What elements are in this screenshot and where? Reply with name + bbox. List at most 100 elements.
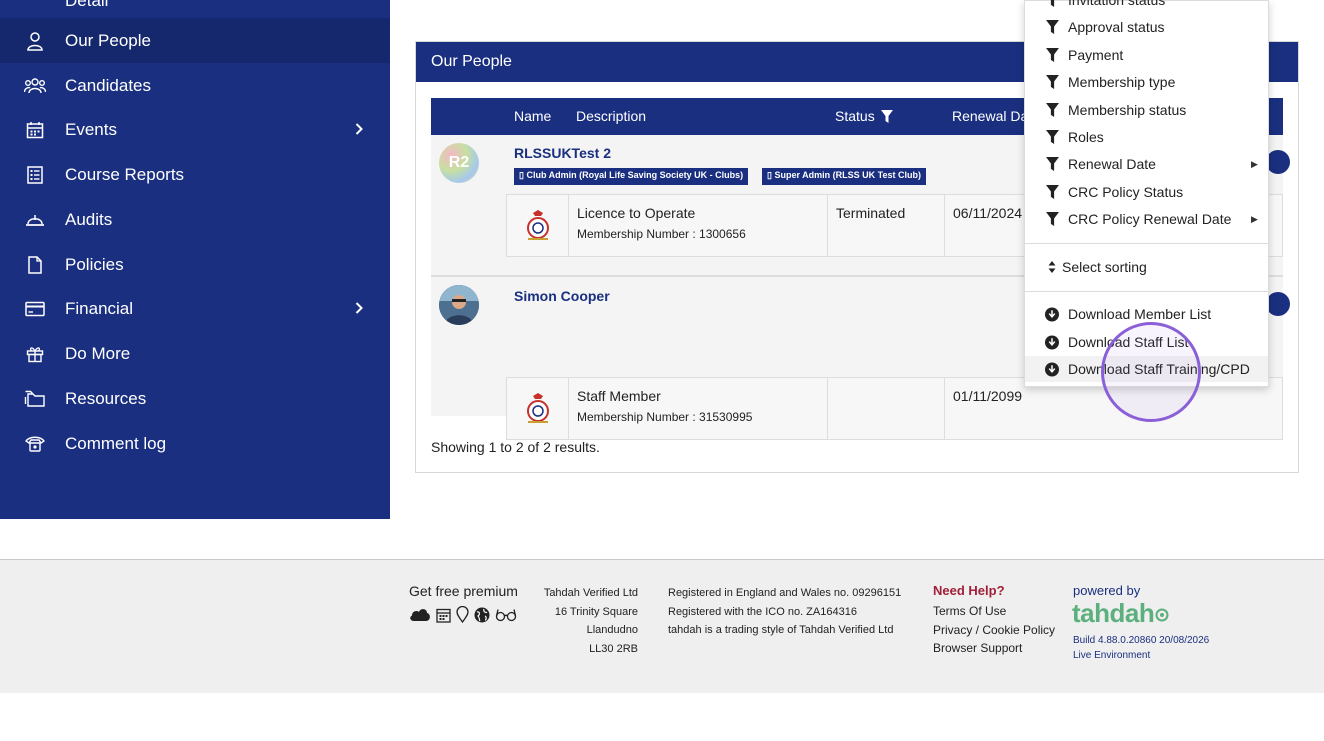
sidebar-item-label: Comment log	[65, 433, 167, 453]
filter-label: Invitation status	[1068, 0, 1166, 8]
sidebar: Detail Our People Candidates Events Cour…	[0, 0, 390, 519]
membership-number: Membership Number : 31530995	[577, 410, 753, 424]
row-action-button[interactable]	[1266, 292, 1290, 316]
registration-line: Registered with the ICO no. ZA164316	[668, 605, 857, 618]
globe-icon	[474, 607, 490, 622]
logo-text: tahdah	[1072, 598, 1155, 628]
sidebar-item-label: Resources	[65, 388, 147, 408]
column-header-renewal[interactable]: Renewal Da	[952, 108, 1028, 124]
filter-label: Renewal Date	[1068, 156, 1156, 172]
chevron-right-icon	[355, 120, 363, 140]
sidebar-item-audits[interactable]: Audits	[0, 197, 390, 242]
role-badge-label: Super Admin (RLSS UK Test Club)	[774, 170, 921, 180]
help-links: Terms Of Use Privacy / Cookie Policy Bro…	[933, 602, 1055, 658]
person-name-link[interactable]: Simon Cooper	[514, 288, 610, 304]
filter-label: CRC Policy Status	[1068, 184, 1184, 200]
chevron-right-icon	[355, 299, 363, 319]
sidebar-item-policies[interactable]: Policies	[0, 242, 390, 287]
filter-icon[interactable]	[880, 110, 893, 123]
filter-approval-status[interactable]: Approval status	[1025, 14, 1268, 40]
avatar	[439, 285, 479, 325]
address-line: 16 Trinity Square	[554, 605, 638, 618]
registration-info: Registered in England and Wales no. 0929…	[668, 584, 901, 640]
person-name-link[interactable]: RLSSUKTest 2	[514, 145, 611, 161]
glasses-icon	[495, 608, 517, 621]
cloud-icon	[410, 609, 430, 621]
get-premium-label: Get free premium	[409, 583, 518, 599]
sidebar-item-events[interactable]: Events	[0, 107, 390, 152]
membership-status: Terminated	[828, 195, 945, 256]
sidebar-item-resources[interactable]: Resources	[0, 376, 390, 421]
terms-of-use-link[interactable]: Terms Of Use	[933, 602, 1055, 621]
filter-icon	[1045, 19, 1059, 35]
filter-label: Roles	[1068, 129, 1104, 145]
filter-menu: Invitation status Approval status Paymen…	[1024, 0, 1269, 387]
filter-label: Membership type	[1068, 74, 1176, 90]
calendar-icon	[436, 608, 451, 623]
browser-support-link[interactable]: Browser Support	[933, 639, 1055, 658]
sidebar-item-course-reports[interactable]: Course Reports	[0, 152, 390, 197]
role-badge: ▯ Super Admin (RLSS UK Test Club)	[762, 168, 926, 185]
filter-crc-policy-status[interactable]: CRC Policy Status	[1025, 179, 1268, 205]
avatar: R2	[439, 143, 479, 183]
report-icon	[24, 164, 46, 186]
sidebar-item-label: Policies	[65, 254, 124, 274]
address-line: LL30 2RB	[589, 642, 638, 655]
sidebar-item-candidates[interactable]: Candidates	[0, 63, 390, 108]
filter-membership-status[interactable]: Membership status	[1025, 97, 1268, 123]
filter-renewal-date[interactable]: Renewal Date ▶	[1025, 151, 1268, 177]
membership-number: Membership Number : 1300656	[577, 227, 746, 241]
folders-icon	[24, 388, 46, 410]
caret-right-icon: ▶	[1251, 158, 1258, 169]
calendar-icon	[24, 119, 46, 141]
column-header-status[interactable]: Status	[835, 108, 893, 124]
download-staff-training-cpd[interactable]: Download Staff Training/CPD	[1025, 356, 1268, 382]
sidebar-item-financial[interactable]: Financial	[0, 286, 390, 331]
privacy-policy-link[interactable]: Privacy / Cookie Policy	[933, 621, 1055, 640]
filter-invitation-status[interactable]: Invitation status	[1025, 0, 1268, 13]
menu-divider	[1025, 243, 1268, 244]
gift-icon	[24, 343, 46, 365]
filter-roles[interactable]: Roles	[1025, 124, 1268, 150]
sidebar-item-label: Candidates	[65, 75, 152, 95]
registration-line: Registered in England and Wales no. 0929…	[668, 587, 902, 599]
membership-status	[828, 378, 945, 439]
sort-icon	[1045, 259, 1059, 275]
powered-by-label: powered by	[1073, 583, 1141, 598]
phone-icon	[24, 433, 46, 455]
row-action-button[interactable]	[1266, 150, 1290, 174]
download-label: Download Member List	[1068, 306, 1212, 322]
role-badge: ▯ Club Admin (Royal Life Saving Society …	[514, 168, 749, 185]
person-icon	[24, 30, 46, 52]
membership-description: Licence to Operate Membership Number : 1…	[569, 195, 828, 256]
filter-crc-policy-renewal-date[interactable]: CRC Policy Renewal Date ▶	[1025, 206, 1268, 232]
filter-label: CRC Policy Renewal Date	[1068, 211, 1232, 227]
filter-icon	[1045, 156, 1059, 172]
logo-ring-icon	[1155, 608, 1169, 622]
address-line: Tahdah Verified Ltd	[543, 587, 638, 599]
help-title: Need Help?	[933, 583, 1005, 598]
column-header-description[interactable]: Description	[576, 108, 646, 124]
caret-right-icon: ▶	[1251, 213, 1258, 224]
results-count: Showing 1 to 2 of 2 results.	[431, 439, 600, 455]
sidebar-item-label: Financial	[65, 298, 134, 318]
download-member-list[interactable]: Download Member List	[1025, 301, 1268, 327]
tahdah-logo[interactable]: tahdah	[1072, 598, 1169, 629]
sidebar-item-do-more[interactable]: Do More	[0, 331, 390, 376]
select-sorting[interactable]: Select sorting	[1025, 254, 1268, 280]
sidebar-item-label: Detail	[65, 0, 109, 10]
filter-payment[interactable]: Payment	[1025, 42, 1268, 68]
column-header-name[interactable]: Name	[514, 108, 551, 124]
environment-label: Live Environment	[1073, 650, 1151, 661]
build-info: Build 4.88.0.20860 20/08/2026 Live Envir…	[1073, 633, 1209, 663]
download-label: Download Staff Training/CPD	[1068, 361, 1250, 377]
sorting-label: Select sorting	[1062, 259, 1147, 275]
filter-membership-type[interactable]: Membership type	[1025, 69, 1268, 95]
download-staff-list[interactable]: Download Staff List	[1025, 329, 1268, 355]
sidebar-item-our-people[interactable]: Our People	[0, 18, 390, 63]
sidebar-item-label: Events	[65, 119, 117, 139]
document-icon	[24, 254, 46, 276]
sidebar-item-label: Course Reports	[65, 164, 185, 184]
role-badge-label: Club Admin (Royal Life Saving Society UK…	[526, 170, 744, 180]
sidebar-item-comment-log[interactable]: Comment log	[0, 421, 390, 466]
